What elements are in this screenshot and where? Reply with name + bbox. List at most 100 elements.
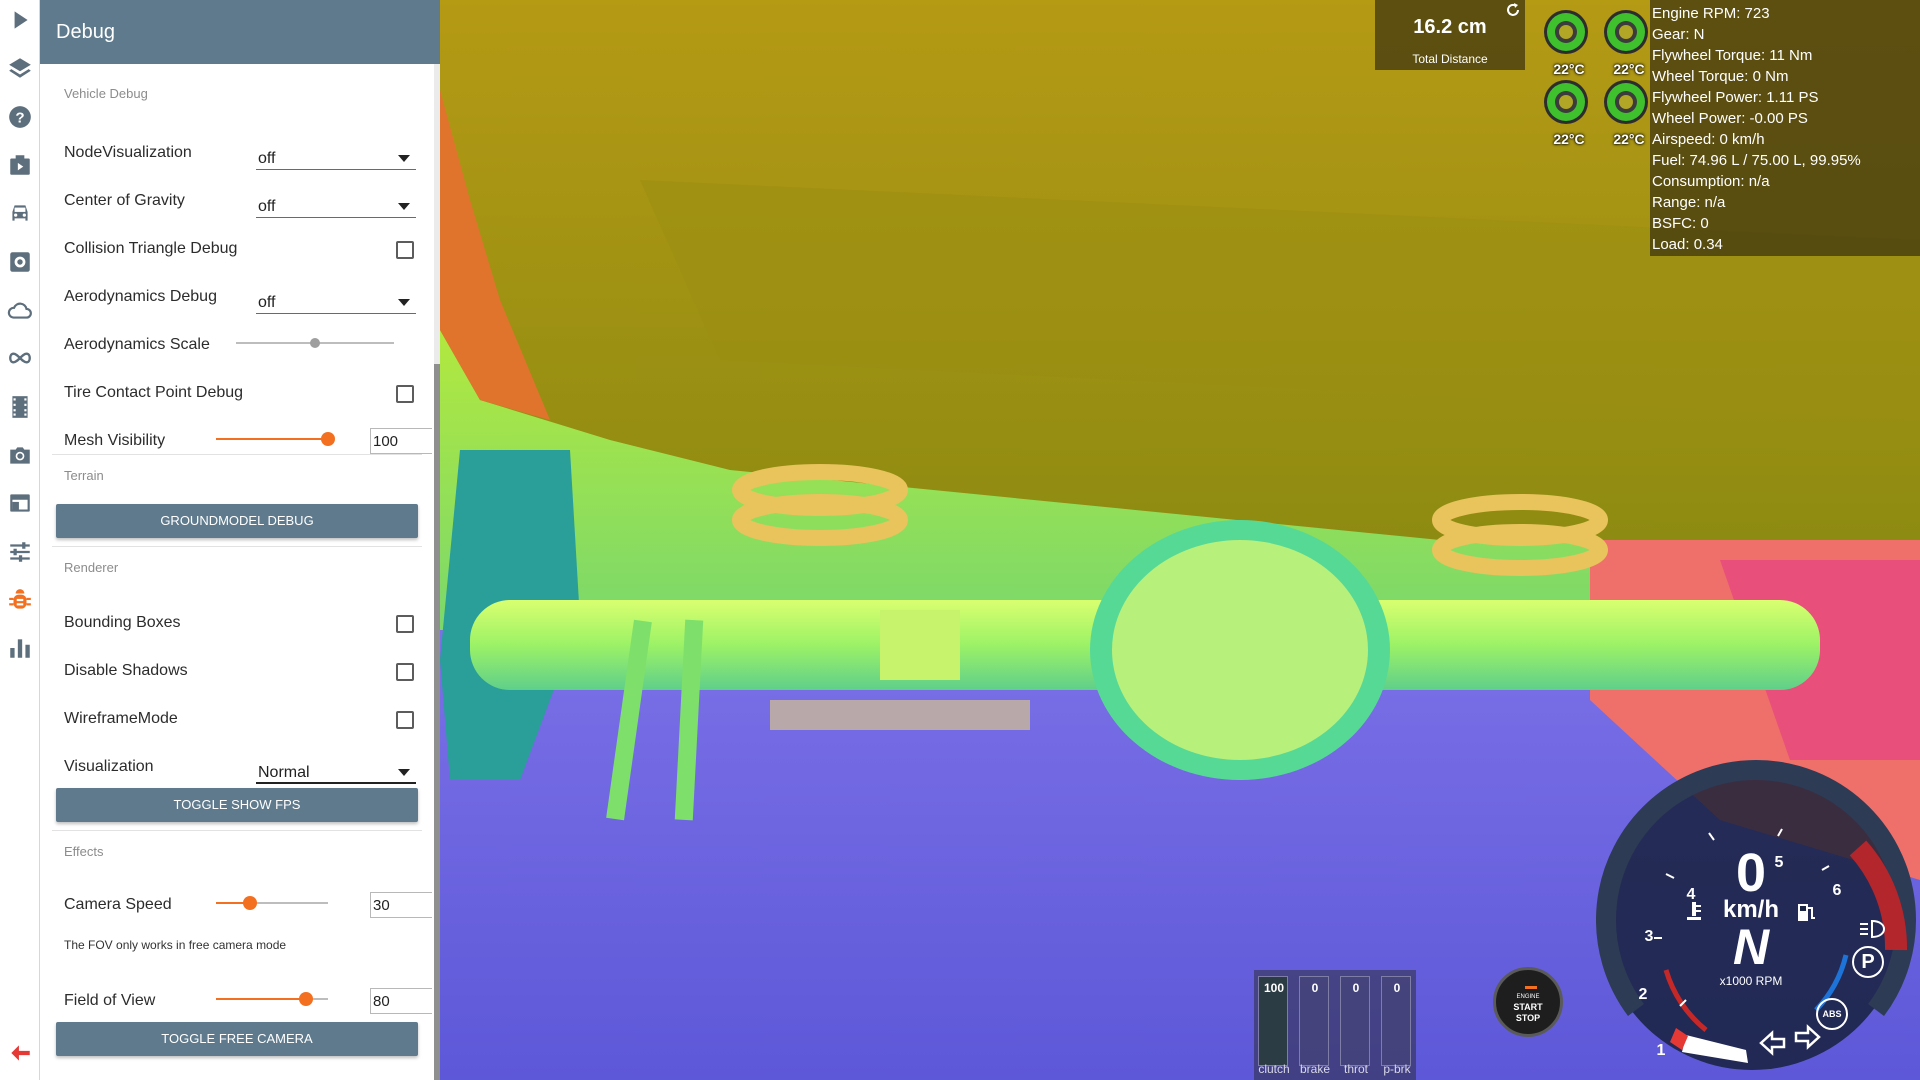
settings-icon[interactable] <box>4 246 36 278</box>
infinity-icon[interactable] <box>4 342 36 374</box>
collision-triangle-debug-label: Collision Triangle Debug <box>64 240 238 257</box>
bounding-boxes-checkbox[interactable] <box>396 615 414 633</box>
play-icon[interactable] <box>4 4 36 36</box>
visualization-label: Visualization <box>64 758 154 775</box>
wireframe-mode-checkbox[interactable] <box>396 711 414 729</box>
slider-fill <box>216 998 306 1000</box>
tire-temp-value: 22°C <box>1613 131 1645 147</box>
wireframe-mode-row: WireframeMode <box>64 698 424 738</box>
pedals-widget: 100 0 0 0 clutch brake throt p-brk <box>1254 970 1416 1080</box>
debug-panel: Debug Vehicle Debug NodeVisualization of… <box>40 0 440 1080</box>
bsfc-line: BSFC: 0 <box>1652 215 1709 232</box>
aerodynamics-debug-label: Aerodynamics Debug <box>64 288 217 305</box>
collision-triangle-debug-checkbox[interactable] <box>396 241 414 259</box>
center-of-gravity-select[interactable]: off <box>256 192 416 218</box>
aerodynamics-debug-select[interactable]: off <box>256 288 416 314</box>
disable-shadows-label: Disable Shadows <box>64 662 188 679</box>
rpm-unit: x1000 RPM <box>1719 974 1783 988</box>
turn-signal-right-icon <box>1794 1024 1821 1050</box>
back-arrow-icon[interactable] <box>4 1037 36 1069</box>
camera-speed-row: Camera Speed 30 <box>64 884 432 924</box>
cloud-icon[interactable] <box>4 294 36 326</box>
slider-fill <box>216 438 328 440</box>
speed-value: 0 <box>1735 843 1767 903</box>
total-distance-widget: 16.2 cm Total Distance <box>1375 0 1525 70</box>
camera-speed-slider[interactable] <box>216 896 328 910</box>
pedal-label: throt <box>1343 1062 1368 1076</box>
rpm-tick-6: 6 <box>1832 882 1842 899</box>
node-visualization-label: NodeVisualization <box>64 144 192 161</box>
camera-icon[interactable] <box>4 439 36 471</box>
wireframe-mode-label: WireframeMode <box>64 710 178 727</box>
fov-note: The FOV only works in free camera mode <box>64 938 287 952</box>
section-heading-renderer: Renderer <box>64 560 119 575</box>
speedometer-gauge: 1 2 3 4 5 6 0 km/h N x1000 RPM P ABS <box>1596 760 1920 1080</box>
field-of-view-input[interactable]: 80 <box>370 988 432 1014</box>
visualization-select[interactable]: Normal <box>256 758 416 784</box>
mesh-visibility-input[interactable]: 100 <box>370 428 432 454</box>
tune-icon[interactable] <box>4 536 36 568</box>
slider-knob[interactable] <box>298 992 313 1006</box>
consumption-line: Consumption: n/a <box>1652 173 1770 190</box>
disable-shadows-row: Disable Shadows <box>64 650 424 690</box>
disable-shadows-checkbox[interactable] <box>396 663 414 681</box>
section-heading-vehicle-debug: Vehicle Debug <box>64 86 148 101</box>
playlist-icon[interactable] <box>4 149 36 181</box>
gear-line: Gear: N <box>1652 26 1705 43</box>
wheel-power-line: Wheel Power: -0.00 PS <box>1652 110 1808 127</box>
section-divider <box>52 454 422 455</box>
chevron-down-icon <box>398 769 410 776</box>
visualization-row: Visualization Normal <box>64 746 424 786</box>
node-visualization-value: off <box>258 150 276 167</box>
aerodynamics-scale-slider[interactable] <box>236 336 394 350</box>
car-icon[interactable] <box>4 197 36 229</box>
pedal-value: 0 <box>1311 981 1319 995</box>
help-icon[interactable]: ? <box>4 101 36 133</box>
tire-contact-point-debug-row: Tire Contact Point Debug <box>64 372 424 412</box>
pedal-value: 100 <box>1263 981 1285 995</box>
film-icon[interactable] <box>4 391 36 423</box>
section-divider <box>52 830 422 831</box>
toggle-show-fps-button[interactable]: TOGGLE SHOW FPS <box>56 788 418 822</box>
center-of-gravity-row: Center of Gravity off <box>64 180 424 220</box>
aerodynamics-debug-value: off <box>258 294 276 311</box>
gear-indicator: N <box>1732 919 1770 975</box>
node-visualization-row: NodeVisualization off <box>64 132 424 172</box>
tire-temp-front-right: 22°C <box>1600 6 1654 78</box>
mesh-visibility-label: Mesh Visibility <box>64 432 166 449</box>
chevron-down-icon <box>398 155 410 162</box>
pedal-parking-brake: 0 <box>1381 976 1411 1066</box>
headlight-icon <box>1860 919 1886 939</box>
slider-knob[interactable] <box>242 896 257 910</box>
slider-knob[interactable] <box>321 432 335 446</box>
chevron-down-icon <box>398 299 410 306</box>
visualization-value: Normal <box>258 764 310 781</box>
center-of-gravity-label: Center of Gravity <box>64 192 185 209</box>
tire-icon <box>1604 80 1648 124</box>
engine-start-stop-button[interactable]: ENGINE START STOP <box>1493 967 1563 1037</box>
engine-indicator <box>1525 986 1537 989</box>
toggle-free-camera-button[interactable]: TOGGLE FREE CAMERA <box>56 1022 418 1056</box>
pedal-value: 0 <box>1352 981 1360 995</box>
bounding-boxes-row: Bounding Boxes <box>64 602 424 642</box>
scrollbar-thumb[interactable] <box>434 364 440 1080</box>
slider-knob[interactable] <box>310 338 320 348</box>
camera-speed-input[interactable]: 30 <box>370 892 432 918</box>
aerodynamics-debug-row: Aerodynamics Debug off <box>64 276 424 316</box>
window-icon[interactable] <box>4 487 36 519</box>
bug-icon[interactable] <box>4 584 36 616</box>
stats-icon[interactable] <box>4 632 36 664</box>
groundmodel-debug-button[interactable]: GROUNDMODEL DEBUG <box>56 504 418 538</box>
tire-contact-point-debug-checkbox[interactable] <box>396 385 414 403</box>
node-visualization-select[interactable]: off <box>256 144 416 170</box>
mesh-visibility-slider[interactable] <box>216 432 335 446</box>
tire-temp-value: 22°C <box>1613 61 1645 77</box>
tire-temp-front-left: 22°C <box>1540 6 1594 78</box>
engine-button-line3: STOP <box>1515 1013 1541 1023</box>
panel-scrollbar[interactable] <box>434 64 440 1080</box>
camera-speed-label: Camera Speed <box>64 896 172 913</box>
reset-icon[interactable] <box>1505 2 1521 18</box>
fuel-line: Fuel: 74.96 L / 75.00 L, 99.95% <box>1652 152 1861 169</box>
layers-icon[interactable] <box>4 52 36 84</box>
field-of-view-slider[interactable] <box>216 992 328 1006</box>
